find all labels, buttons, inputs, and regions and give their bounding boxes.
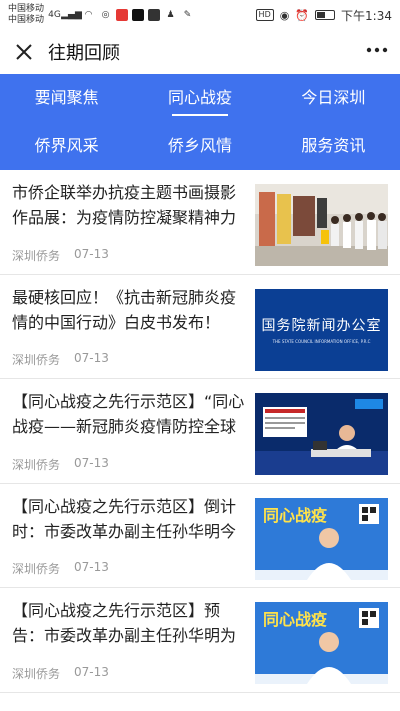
article-text: 【同心战疫之先行示范区】倒计时：市委改革办副主任孙华明今晚 深圳侨务 07-13 <box>12 494 255 588</box>
article-thumbnail: 同心战疫 <box>255 497 388 580</box>
article-meta: 深圳侨务 07-13 <box>12 560 247 577</box>
list-item[interactable]: 市侨企联举办抗疫主题书画摄影作品展：为疫情防控凝聚精神力量 深圳侨务 07-13 <box>0 170 400 275</box>
signal-icon: ▂▄▆ <box>61 10 82 20</box>
status-left: 中国移动 中国移动 4G ▂▄▆ ◠ ◎ ♟ ✎ <box>8 4 194 26</box>
nav-item-service-info[interactable]: 服务资讯 <box>267 122 400 170</box>
article-list: 市侨企联举办抗疫主题书画摄影作品展：为疫情防控凝聚精神力量 深圳侨务 07-13 <box>0 170 400 693</box>
article-source: 深圳侨务 <box>12 457 61 472</box>
battery-icon <box>315 10 336 20</box>
exhibition-photo <box>255 184 388 266</box>
article-title: 【同心战疫之先行示范区】倒计时：市委改革办副主任孙华明今晚 <box>12 496 237 541</box>
status-bar: 中国移动 中国移动 4G ▂▄▆ ◠ ◎ ♟ ✎ HD ◉ ⏰ 下午1:34 <box>0 0 400 30</box>
tiktok-icon <box>132 9 145 21</box>
network-type: 4G <box>48 10 61 20</box>
broadcast-photo <box>255 393 388 475</box>
article-title: 市侨企联举办抗疫主题书画摄影作品展：为疫情防控凝聚精神力量 <box>12 183 237 227</box>
thumb-title: 国务院新闻办公室 <box>261 318 382 334</box>
article-thumbnail: 国务院新闻办公室 THE STATE COUNCIL INFORMATION O… <box>255 288 388 371</box>
carrier-labels: 中国移动 中国移动 <box>8 4 44 26</box>
nav-item-anti-epidemic[interactable]: 同心战疫 <box>133 74 266 122</box>
list-item[interactable]: 【同心战疫之先行示范区】预告：市委改革办副主任孙华明为您解读 深圳侨务 07-1… <box>0 588 400 693</box>
article-meta: 深圳侨务 07-13 <box>12 351 247 368</box>
nav-row-2: 侨界风采 侨乡风情 服务资讯 <box>0 122 400 170</box>
title-bar: 往期回顾 <box>0 30 400 74</box>
nav-row-1: 要闻聚焦 同心战疫 今日深圳 <box>0 74 400 122</box>
more-icon <box>366 47 388 52</box>
thumb-subtitle: THE STATE COUNCIL INFORMATION OFFICE, P.… <box>272 339 371 344</box>
status-right: HD ◉ ⏰ 下午1:34 <box>255 7 392 24</box>
article-date: 07-13 <box>74 351 109 365</box>
wifi-icon: ◠ <box>84 10 93 20</box>
article-text: 市侨企联举办抗疫主题书画摄影作品展：为疫情防控凝聚精神力量 深圳侨务 07-13 <box>12 180 255 274</box>
article-date: 07-13 <box>74 455 109 470</box>
clock: 下午1:34 <box>341 8 392 23</box>
article-source: 深圳侨务 <box>12 666 61 681</box>
hd-badge: HD <box>255 9 274 21</box>
article-title: 【同心战疫之先行示范区】预告：市委改革办副主任孙华明为您解读 <box>12 601 237 645</box>
app-notification-icon <box>148 9 161 21</box>
article-source: 深圳侨务 <box>12 562 61 576</box>
article-date: 07-13 <box>74 560 109 574</box>
app-icon: ✎ <box>183 10 192 20</box>
eye-icon: ◉ <box>279 8 290 22</box>
close-button[interactable] <box>12 40 36 64</box>
app-notification-icon <box>116 9 129 21</box>
list-item[interactable]: 最硬核回应！《抗击新冠肺炎疫情的中国行动》白皮书发布！ 深圳侨务 07-13 国… <box>0 275 400 379</box>
article-source: 深圳侨务 <box>12 248 61 263</box>
article-meta: 深圳侨务 07-13 <box>12 456 247 473</box>
nav-item-news[interactable]: 要闻聚焦 <box>0 74 133 122</box>
category-nav: 要闻聚焦 同心战疫 今日深圳 侨界风采 侨乡风情 服务资讯 <box>0 74 400 170</box>
nav-item-hometown[interactable]: 侨乡风情 <box>133 122 266 170</box>
close-icon <box>16 44 32 60</box>
carrier-1: 中国移动 <box>8 4 45 14</box>
article-thumbnail <box>255 393 388 475</box>
list-item[interactable]: 【同心战疫之先行示范区】倒计时：市委改革办副主任孙华明今晚 深圳侨务 07-13… <box>0 484 400 588</box>
speaker-portrait <box>255 503 388 580</box>
article-meta: 深圳侨务 07-13 <box>12 665 247 682</box>
notification-icon: ◎ <box>101 10 110 20</box>
speaker-portrait <box>255 608 388 684</box>
article-text: 【同心战疫之先行示范区】预告：市委改革办副主任孙华明为您解读 深圳侨务 07-1… <box>12 598 255 692</box>
article-date: 07-13 <box>74 664 109 679</box>
more-button[interactable] <box>366 42 388 63</box>
article-title: 【同心战疫之先行示范区】“同心战疫——新冠肺炎疫情防控全球播 <box>12 392 245 436</box>
nav-item-overseas-style[interactable]: 侨界风采 <box>0 122 133 170</box>
article-source: 深圳侨务 <box>12 353 61 367</box>
article-meta: 深圳侨务 07-13 <box>12 247 247 264</box>
article-title: 最硬核回应！《抗击新冠肺炎疫情的中国行动》白皮书发布！ <box>12 287 237 332</box>
page-title: 往期回顾 <box>48 43 120 64</box>
alarm-icon: ⏰ <box>295 8 310 22</box>
list-item[interactable]: 【同心战疫之先行示范区】“同心战疫——新冠肺炎疫情防控全球播 深圳侨务 07-1… <box>0 379 400 484</box>
carrier-2: 中国移动 <box>8 15 45 25</box>
nav-item-today-shenzhen[interactable]: 今日深圳 <box>267 74 400 122</box>
status-icons: 4G ▂▄▆ ◠ ◎ ♟ ✎ <box>48 9 194 21</box>
article-date: 07-13 <box>74 246 109 261</box>
article-thumbnail <box>255 184 388 266</box>
article-text: 【同心战疫之先行示范区】“同心战疫——新冠肺炎疫情防控全球播 深圳侨务 07-1… <box>12 389 255 483</box>
article-text: 最硬核回应！《抗击新冠肺炎疫情的中国行动》白皮书发布！ 深圳侨务 07-13 <box>12 285 255 379</box>
qq-icon: ♟ <box>166 10 175 20</box>
article-thumbnail: 同心战疫 <box>255 602 388 684</box>
